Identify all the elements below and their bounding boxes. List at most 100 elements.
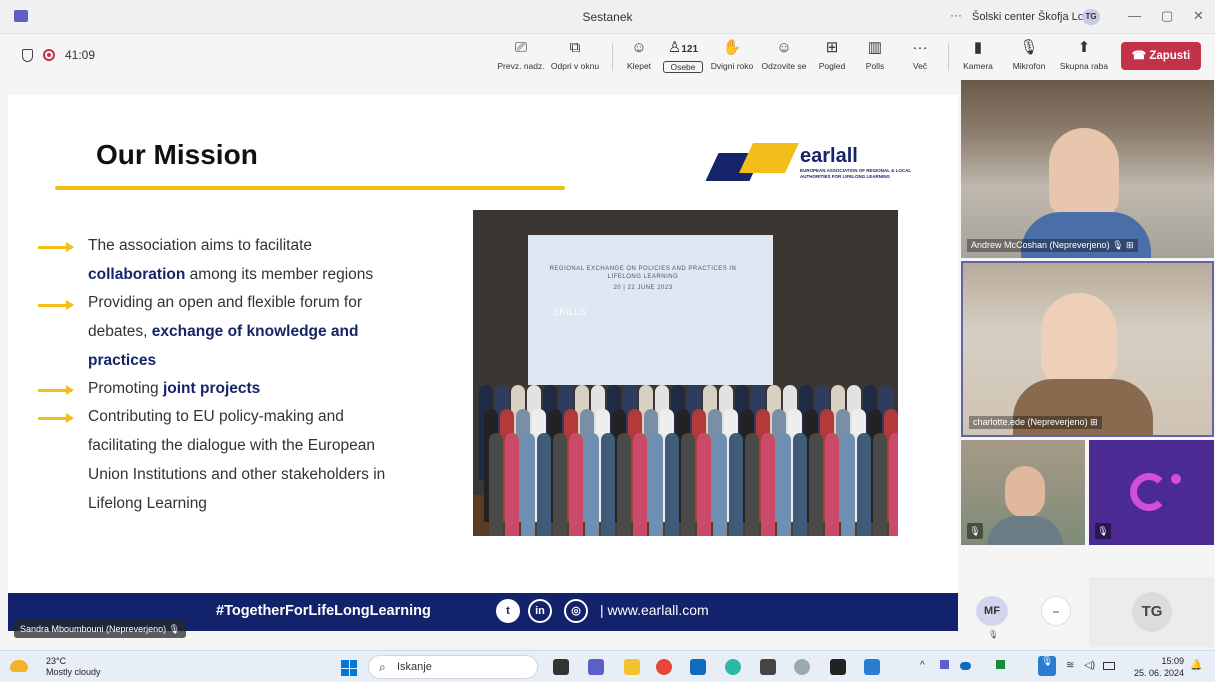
self-avatar: TG [1132, 592, 1172, 632]
volume-icon[interactable]: ◁) [1084, 660, 1095, 671]
meeting-timer: 41:09 [65, 48, 96, 62]
raise-hand-icon: ✋ [722, 39, 742, 56]
meeting-toolbar: 41:09 ⎚ Prevz. nadz. ⧉ Odpri v oknu ☺ Kl… [0, 35, 1215, 79]
react-icon: ☺ [776, 39, 792, 56]
polls-button[interactable]: ▥ Polls [860, 38, 890, 76]
person-figure [665, 433, 679, 536]
taskbar-search[interactable]: ⌕ Iskanje [368, 655, 538, 679]
popout-icon: ⧉ [569, 39, 581, 56]
windows-start-icon[interactable] [341, 660, 357, 676]
take-control-button[interactable]: ⎚ Prevz. nadz. [497, 38, 545, 76]
popout-button[interactable]: ⧉ Odpri v oknu [548, 38, 602, 76]
bullet-1-line-1: The association aims to facilitate [88, 237, 312, 254]
people-button[interactable]: ♙121 Osebe [663, 38, 703, 76]
teams-meeting-window: Sestanek ··· Šolski center Škofja Loka T… [0, 0, 1215, 682]
task-view-icon[interactable] [553, 659, 569, 675]
mic-in-use-icon[interactable]: 🎙 [1038, 656, 1056, 676]
minimize-button[interactable]: — [1128, 8, 1141, 23]
bullet-4-line-2: facilitating the dialogue with the Europ… [88, 437, 375, 454]
person-figure [649, 433, 663, 536]
more-button[interactable]: ··· Več [905, 38, 935, 76]
phone-hangup-icon: ☎ [1131, 50, 1150, 62]
chrome-icon[interactable] [656, 659, 672, 675]
shared-slide: Our Mission earlall EUROPEAN ASSOCIATION… [8, 95, 958, 593]
participant-name: Andrew McCoshan (Nepreverjeno) 🎙 ⊞ [967, 239, 1138, 252]
participant-tile-4[interactable]: 🎙 [1089, 440, 1214, 545]
globe-icon: ◎ [564, 599, 588, 623]
share-button[interactable]: ⬆ Skupna raba [1058, 38, 1110, 76]
person-figure [681, 433, 695, 536]
share-control-icon: ⎚ [514, 39, 527, 56]
view-icon: ⊞ [825, 39, 839, 56]
toolbar-divider [948, 43, 949, 71]
people-icon: ♙ [667, 39, 682, 56]
raise-hand-button[interactable]: ✋ Dvigni roko [707, 38, 757, 76]
person-figure [809, 433, 823, 536]
camera-button[interactable]: ▮ Kamera [960, 38, 996, 76]
mic-off-icon: 🎙 [967, 523, 983, 539]
security-icon[interactable] [996, 660, 1005, 669]
mic-off-icon: 🎙 [988, 630, 999, 639]
chevron-up-icon[interactable]: ^ [920, 660, 925, 671]
person-figure [825, 433, 839, 536]
person-figure [761, 433, 775, 536]
self-view-tile[interactable]: TG [1089, 577, 1214, 647]
leave-button[interactable]: ☎ Zapusti [1121, 42, 1201, 70]
polls-icon: ▥ [867, 39, 883, 56]
logo-subtitle: EUROPEAN ASSOCIATION OF REGIONAL & LOCAL… [800, 168, 912, 179]
photo-banner-text: REGIONAL EXCHANGE ON POLICIES AND PRACTI… [549, 266, 737, 317]
footer-url: | www.earlall.com [600, 602, 709, 618]
more-options-button[interactable]: ··· [950, 8, 962, 22]
wifi-icon[interactable]: ≋ [1066, 660, 1074, 671]
maximize-button[interactable]: ▢ [1161, 8, 1173, 24]
notification-bell-icon[interactable]: 🔔 [1190, 660, 1202, 671]
pin-icon: ⊞ [1126, 240, 1134, 250]
taskbar-clock[interactable]: 15:09 25. 06. 2024 [1130, 655, 1184, 679]
close-button[interactable]: ✕ [1193, 8, 1204, 24]
person-figure [841, 433, 855, 536]
shield-icon [22, 48, 33, 62]
word-icon[interactable] [864, 659, 880, 675]
onedrive-icon[interactable] [960, 662, 971, 670]
logo-yellow-shape [739, 143, 799, 173]
participant-avatar-mf[interactable]: MF [976, 596, 1008, 626]
person-figure [553, 433, 567, 536]
participant-tile-andrew[interactable]: Andrew McCoshan (Nepreverjeno) 🎙 ⊞ [961, 80, 1214, 258]
windows-taskbar: 23°C Mostly cloudy ⌕ Iskanje ^ 🎙 ≋ ◁) 15:0… [0, 650, 1215, 682]
participant-count: 121 [681, 44, 699, 55]
presenter-name-label: Sandra Mboumbouni (Nepreverjeno) 🎙 [14, 620, 187, 638]
chat-button[interactable]: ☺ Klepet [623, 38, 655, 76]
battery-icon[interactable] [1103, 662, 1115, 670]
react-button[interactable]: ☺ Odzovite se [759, 38, 809, 76]
participant-tile-3[interactable]: 🎙 [961, 440, 1085, 545]
search-icon: ⌕ [379, 660, 386, 674]
edge-icon[interactable] [725, 659, 741, 675]
teams-tray-icon[interactable] [940, 660, 949, 669]
person-figure [889, 433, 898, 536]
twitter-icon: t [496, 599, 520, 623]
group-photo: REGIONAL EXCHANGE ON POLICIES AND PRACTI… [473, 210, 898, 536]
app-logo-icon [1130, 473, 1168, 511]
view-button[interactable]: ⊞ Pogled [816, 38, 848, 76]
org-avatar[interactable]: TG [1082, 9, 1100, 25]
person-figure [585, 433, 599, 536]
file-explorer-icon[interactable] [624, 659, 640, 675]
person-figure [857, 433, 871, 536]
slide-title: Our Mission [96, 139, 258, 170]
earlall-logo: earlall EUROPEAN ASSOCIATION OF REGIONAL… [705, 143, 928, 188]
person-figure [873, 433, 887, 536]
outlook-icon[interactable] [690, 659, 706, 675]
calculator-icon[interactable] [760, 659, 776, 675]
teams-app-icon[interactable] [588, 659, 604, 675]
participant-tile-charlotte[interactable]: charlotte.ede (Nepreverjeno) ⊞ [961, 261, 1214, 437]
bullet-4-line-1: Contributing to EU policy-making and [88, 408, 344, 425]
chat-icon: ☺ [631, 39, 647, 56]
organization-name[interactable]: Šolski center Škofja Loka [972, 11, 1096, 23]
person-figure [777, 433, 791, 536]
microphone-button[interactable]: 🎙 Mikrofon [1008, 38, 1050, 76]
participant-avatar-dash[interactable]: – [1041, 596, 1071, 626]
network-app-icon[interactable] [794, 659, 810, 675]
person-figure [505, 433, 519, 536]
settings-app-icon[interactable] [830, 659, 846, 675]
person-figure [617, 433, 631, 536]
